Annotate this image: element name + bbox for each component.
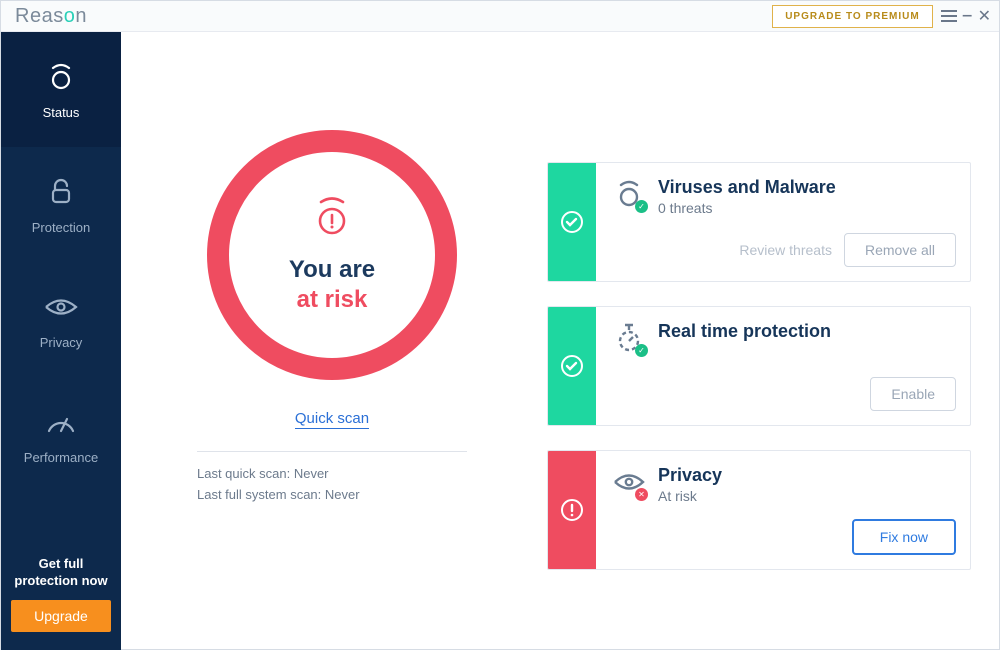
enable-button[interactable]: Enable [870, 377, 956, 411]
hamburger-icon[interactable] [941, 10, 957, 22]
minimize-button[interactable]: ‒ [963, 7, 972, 25]
title-bar: Reason UPGRADE TO PREMIUM ‒ ✕ [1, 1, 999, 32]
close-button[interactable]: ✕ [978, 6, 991, 26]
card-privacy: ✕ Privacy At risk Fix now [547, 450, 971, 570]
divider [197, 451, 467, 452]
virus-icon: ✓ [612, 177, 646, 211]
sidebar: Status Protection Privacy Performance Ge… [1, 32, 121, 650]
sidebar-item-performance[interactable]: Performance [1, 377, 121, 492]
check-circle-icon [561, 211, 583, 233]
status-text-line2: at risk [297, 286, 368, 314]
fix-now-button[interactable]: Fix now [852, 519, 956, 555]
gauge-icon [43, 404, 79, 440]
alert-icon [315, 197, 349, 242]
status-ring: You are at risk [207, 130, 457, 380]
eye-icon [43, 289, 79, 325]
status-text-line1: You are [289, 256, 375, 284]
last-quick-scan-label: Last quick scan: Never [197, 466, 467, 481]
sidebar-item-privacy[interactable]: Privacy [1, 262, 121, 377]
sidebar-item-label: Performance [24, 450, 98, 465]
app-logo: Reason [15, 5, 87, 28]
card-title: Viruses and Malware [658, 177, 836, 198]
status-stripe-bad [548, 451, 596, 569]
status-icon [43, 59, 79, 95]
last-full-scan-label: Last full system scan: Never [197, 487, 467, 502]
status-panel: You are at risk Quick scan Last quick sc… [157, 60, 507, 622]
card-subtitle: At risk [658, 488, 722, 504]
card-subtitle: 0 threats [658, 200, 836, 216]
sidebar-item-label: Protection [32, 220, 91, 235]
status-stripe-ok [548, 307, 596, 425]
check-circle-icon [561, 355, 583, 377]
alert-circle-icon [561, 499, 583, 521]
upgrade-cta-text: Get fullprotection now [11, 555, 111, 590]
review-threats-link[interactable]: Review threats [739, 242, 832, 258]
sidebar-item-label: Status [43, 105, 80, 120]
upgrade-premium-button[interactable]: UPGRADE TO PREMIUM [772, 5, 933, 28]
sidebar-item-label: Privacy [40, 335, 83, 350]
card-title: Privacy [658, 465, 722, 486]
status-stripe-ok [548, 163, 596, 281]
sidebar-item-protection[interactable]: Protection [1, 147, 121, 262]
sidebar-item-status[interactable]: Status [1, 32, 121, 147]
card-title: Real time protection [658, 321, 831, 342]
remove-all-button[interactable]: Remove all [844, 233, 956, 267]
stopwatch-icon: ✓ [612, 321, 646, 355]
quick-scan-link[interactable]: Quick scan [295, 410, 369, 429]
lock-icon [43, 174, 79, 210]
card-realtime: ✓ Real time protection Enable [547, 306, 971, 426]
upgrade-button[interactable]: Upgrade [11, 600, 111, 632]
card-viruses: ✓ Viruses and Malware 0 threats Review th… [547, 162, 971, 282]
eye-icon: ✕ [612, 465, 646, 499]
